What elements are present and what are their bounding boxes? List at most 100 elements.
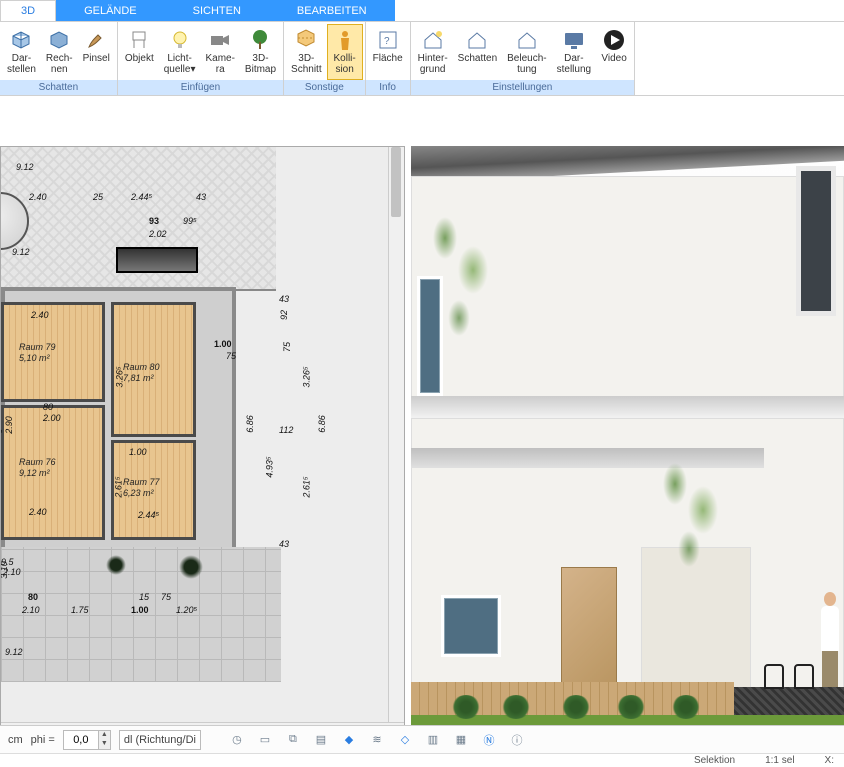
- tree: [661, 458, 731, 588]
- lichtquelle-button[interactable]: Licht- quelle▾: [159, 24, 201, 80]
- stepper-up[interactable]: ▲: [98, 731, 110, 740]
- dim-label: 15: [139, 592, 149, 602]
- info-bar-icon[interactable]: ⓘ: [507, 730, 527, 750]
- kollision-button[interactable]: Kolli- sion: [327, 24, 363, 80]
- grid-icon[interactable]: ▦: [451, 730, 471, 750]
- dim-label: 2.40: [31, 310, 49, 320]
- x-coord-label: X:: [825, 755, 834, 766]
- dim-label: 1.00: [129, 447, 147, 457]
- bulb-icon: [167, 27, 193, 53]
- dim-label: 2.40: [29, 192, 47, 202]
- dim-label: 1.00: [214, 339, 232, 349]
- dim-label: 75: [161, 592, 171, 602]
- phi-input[interactable]: [64, 731, 98, 749]
- chair-icon: [126, 27, 152, 53]
- darstellung-button[interactable]: Dar- stellung: [552, 24, 596, 80]
- window-lower: [441, 595, 501, 657]
- dim-label: 2.10: [22, 605, 40, 615]
- stack-icon[interactable]: ▤: [311, 730, 331, 750]
- unit-label: cm: [8, 734, 23, 746]
- hintergrund-button[interactable]: Hinter- grund: [413, 24, 453, 80]
- schnitt-button[interactable]: 3D- Schnitt: [286, 24, 327, 80]
- tab-3d[interactable]: 3D: [0, 0, 56, 21]
- bitmap-button[interactable]: 3D- Bitmap: [240, 24, 281, 80]
- cube-calc-icon: [46, 27, 72, 53]
- camera-icon: [207, 27, 233, 53]
- dim-label: 9.12: [16, 162, 34, 172]
- snap-endpoint-icon[interactable]: ◆: [339, 730, 359, 750]
- tab-gelaende[interactable]: GELÄNDE: [56, 0, 165, 21]
- group-einstellungen-label: Einstellungen: [411, 80, 634, 95]
- dim-label: 9.12: [12, 247, 30, 257]
- flaeche-button[interactable]: ? Fläche: [368, 24, 408, 80]
- shrub: [451, 695, 481, 719]
- svg-text:?: ?: [384, 36, 390, 47]
- selektion-label: Selektion: [694, 755, 735, 766]
- dim-label: 6.86: [245, 415, 255, 433]
- viewport-2d[interactable]: Raum 795,10 m² Raum 807,81 m² Raum 769,1…: [0, 146, 405, 737]
- dim-label: 75: [282, 342, 292, 352]
- scrollthumb[interactable]: [391, 147, 401, 217]
- sel-ratio: 1:1 sel: [765, 755, 794, 766]
- beleuchtung-button[interactable]: Beleuch- tung: [502, 24, 551, 80]
- viewport-3d[interactable]: [411, 146, 844, 737]
- ribbon: Dar- stellen Rech- nen Pinsel Schatten O…: [0, 22, 844, 96]
- stepper-down[interactable]: ▼: [98, 740, 110, 749]
- snap-layers-icon[interactable]: ≋: [367, 730, 387, 750]
- video-button[interactable]: Video: [596, 24, 632, 80]
- scrollbar-vertical[interactable]: [388, 147, 404, 736]
- house-light-icon: [514, 27, 540, 53]
- statusbar-secondary: Selektion 1:1 sel X:: [0, 753, 844, 767]
- schatten-settings-button[interactable]: Schatten: [453, 24, 502, 80]
- shrub: [561, 695, 591, 719]
- layers-copy-icon[interactable]: ⧉: [283, 730, 303, 750]
- dim-label: 112: [279, 425, 293, 435]
- dim-label: 1.75: [71, 605, 89, 615]
- group-schatten-label: Schatten: [0, 80, 117, 95]
- snap-plane-icon[interactable]: ◇: [395, 730, 415, 750]
- cube-shadow-icon: [8, 27, 34, 53]
- dim-label: 43: [279, 539, 289, 549]
- dim-label: 2.02: [149, 229, 167, 239]
- dim-label: 80: [28, 592, 38, 602]
- tab-bearbeiten[interactable]: BEARBEITEN: [269, 0, 395, 21]
- main-tabs: 3D GELÄNDE SICHTEN BEARBEITEN: [0, 0, 844, 22]
- dim-label: 3.26⁵: [115, 366, 125, 387]
- rechnen-button[interactable]: Rech- nen: [41, 24, 78, 80]
- dim-label: 93: [149, 216, 159, 226]
- dim-label: 2.10: [3, 567, 21, 577]
- snap-mid-icon[interactable]: ▥: [423, 730, 443, 750]
- furniture-block: [116, 247, 198, 273]
- dim-label: 80: [43, 402, 53, 412]
- dim-label: 1.00: [131, 605, 149, 615]
- tree-icon: [247, 27, 273, 53]
- dim-label: 25: [93, 192, 103, 202]
- dim-label: 92: [279, 310, 289, 320]
- dim-label: 2.44⁵: [131, 192, 152, 202]
- area-icon: ?: [375, 27, 401, 53]
- plan-canvas[interactable]: Raum 795,10 m² Raum 807,81 m² Raum 769,1…: [1, 147, 388, 736]
- objekt-button[interactable]: Objekt: [120, 24, 159, 80]
- door: [561, 567, 617, 697]
- darstellen-button[interactable]: Dar- stellen: [2, 24, 41, 80]
- group-einfuegen-label: Einfügen: [118, 80, 283, 95]
- kamera-button[interactable]: Kame- ra: [200, 24, 239, 80]
- clock-icon[interactable]: ◷: [227, 730, 247, 750]
- tab-sichten[interactable]: SICHTEN: [165, 0, 269, 21]
- direction-select[interactable]: dl (Richtung/Di: [119, 730, 201, 750]
- shrub: [616, 695, 646, 719]
- phi-stepper[interactable]: ▲▼: [63, 730, 111, 750]
- plant-symbol: [179, 555, 203, 579]
- north-icon[interactable]: Ⓝ: [479, 730, 499, 750]
- dim-label: 4.93⁵: [265, 456, 275, 477]
- plant-symbol: [106, 555, 126, 575]
- group-sonstige-label: Sonstige: [284, 80, 365, 95]
- play-icon: [601, 27, 627, 53]
- dim-label: 9.5: [1, 557, 14, 567]
- balcony-slab: [411, 396, 844, 418]
- dim-label: 3.26⁵: [302, 366, 312, 387]
- dim-label: 9.12: [5, 647, 23, 657]
- monitor-small-icon[interactable]: ▭: [255, 730, 275, 750]
- pinsel-button[interactable]: Pinsel: [78, 24, 115, 80]
- section-icon: [293, 27, 319, 53]
